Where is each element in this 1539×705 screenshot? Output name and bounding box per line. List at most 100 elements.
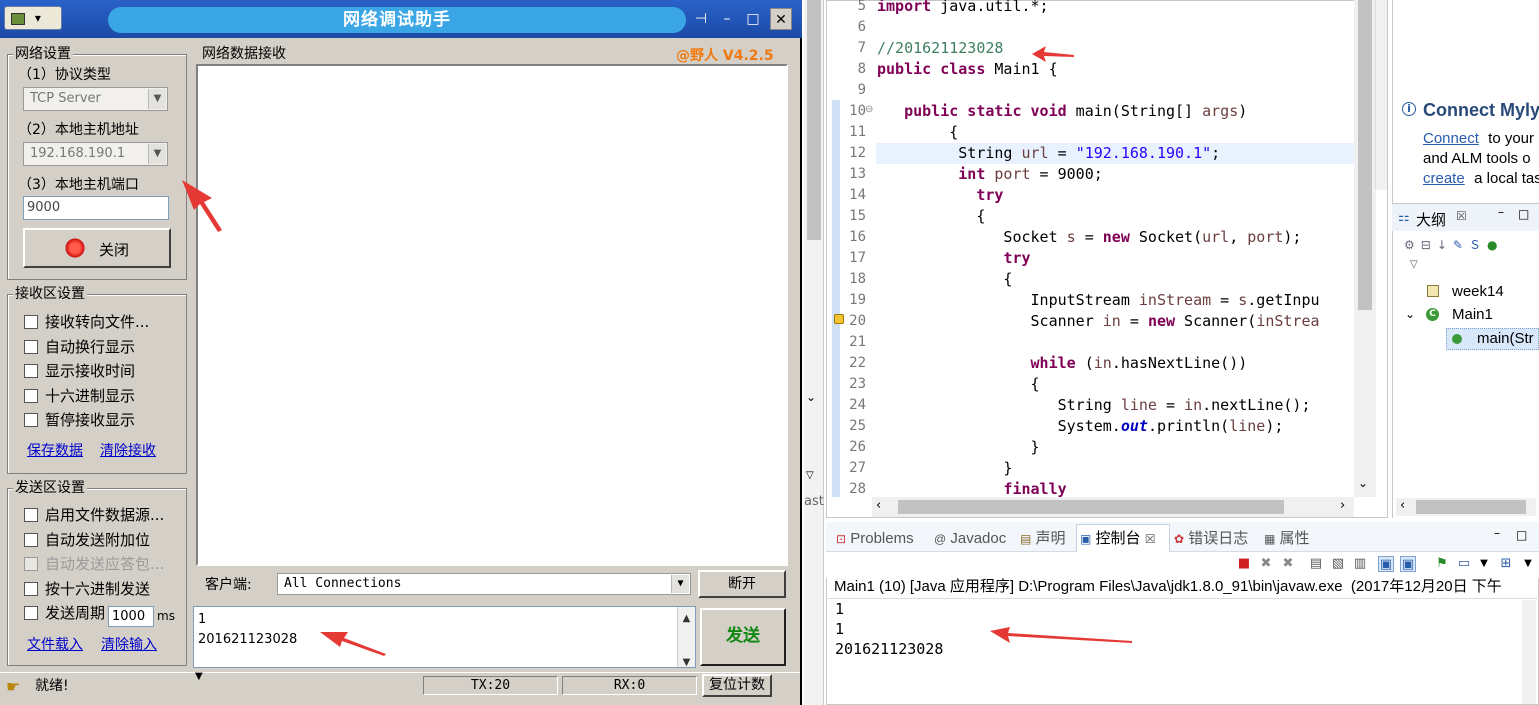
chevron-down-icon[interactable]: ⌄	[1405, 307, 1415, 321]
code-line[interactable]: Scanner in = new Scanner(inStrea	[877, 311, 1353, 332]
terminate-icon[interactable]: ■	[1236, 556, 1252, 572]
outline-item-class[interactable]: Main1	[1452, 306, 1493, 323]
remove-all-icon[interactable]: ✖	[1280, 556, 1296, 572]
checkbox[interactable]	[24, 581, 38, 596]
mylyn-connect-link[interactable]: Connect	[1423, 130, 1479, 147]
disconnect-button[interactable]: 断开	[698, 570, 786, 598]
maximize-button[interactable]: □	[742, 8, 764, 30]
send-period-input[interactable]: 1000	[108, 606, 154, 627]
minimize-button[interactable]: –	[716, 8, 738, 30]
chevron-down-icon[interactable]: ▼	[671, 575, 689, 593]
send-button[interactable]: 发送	[700, 608, 786, 666]
close-button[interactable]: ✕	[770, 8, 792, 30]
close-icon[interactable]: ☒	[1145, 532, 1156, 546]
code-line[interactable]: Socket s = new Socket(url, port);	[877, 227, 1353, 248]
tab-properties[interactable]: ▦ 属性	[1264, 529, 1310, 549]
outline-hthumb[interactable]	[1416, 500, 1526, 514]
code-line[interactable]: System.out.println(line);	[877, 416, 1353, 437]
collapse-icon[interactable]: ⊟	[1421, 238, 1437, 252]
checkbox[interactable]	[24, 532, 38, 547]
checkbox[interactable]	[24, 508, 38, 522]
code-line[interactable]: //201621123028	[877, 38, 1353, 59]
show-stderr-icon[interactable]: ▣	[1400, 556, 1416, 572]
load-file-link[interactable]: 文件载入	[27, 636, 83, 654]
reset-counter-button[interactable]: 复位计数	[702, 674, 772, 697]
minimize-button[interactable]: –	[1498, 205, 1504, 219]
code-line[interactable]: {	[877, 269, 1353, 290]
host-select[interactable]: 192.168.190.1 ▼	[23, 142, 168, 166]
code-line[interactable]: {	[877, 122, 1353, 143]
send-scrollbar[interactable]: ▲ ▼	[677, 607, 695, 668]
code-line[interactable]: import java.util.*;	[877, 0, 1353, 17]
scroll-right-icon[interactable]: ›	[1340, 498, 1345, 513]
port-input[interactable]: 9000	[23, 196, 169, 220]
scroll-left-icon[interactable]: ‹	[876, 498, 881, 513]
chevron-down-icon[interactable]: ▼	[148, 144, 166, 164]
save-data-link[interactable]: 保存数据	[27, 442, 83, 460]
code-line[interactable]: {	[877, 374, 1353, 395]
pin-console-icon[interactable]: ⚑	[1434, 556, 1450, 572]
editor-vertical-thumb[interactable]	[1358, 0, 1372, 310]
checkbox[interactable]	[24, 339, 38, 354]
tab-error-log[interactable]: ✿ 错误日志	[1174, 529, 1248, 549]
code-line[interactable]: public static void main(String[] args)	[877, 101, 1353, 122]
filter-icon[interactable]: ⚙	[1404, 238, 1421, 252]
checkbox[interactable]	[24, 606, 38, 620]
chevron-down-icon[interactable]: ▽	[806, 470, 814, 481]
hide-static-icon[interactable]: Ｓ	[1469, 238, 1487, 252]
maximize-button[interactable]: □	[1516, 528, 1527, 542]
code-line[interactable]: int port = 9000;	[877, 164, 1353, 185]
code-line[interactable]: while (in.hasNextLine())	[877, 353, 1353, 374]
tab-javadoc[interactable]: @ Javadoc	[934, 529, 1006, 549]
maximize-button[interactable]: □	[1518, 207, 1529, 221]
close-connection-button[interactable]: 关闭	[23, 228, 171, 268]
outline-item-method[interactable]: main(Str	[1477, 330, 1534, 347]
chevron-down-icon[interactable]: ▼	[1520, 556, 1536, 572]
scroll-down-icon[interactable]: ⌄	[1358, 476, 1368, 490]
open-console-icon[interactable]: ⊞	[1498, 556, 1514, 572]
checkbox[interactable]	[24, 388, 38, 403]
chevron-down-icon[interactable]: ⌄	[806, 390, 816, 404]
code-line[interactable]: InputStream inStream = s.getInpu	[877, 290, 1353, 311]
tab-declaration[interactable]: ▤ 声明	[1020, 529, 1066, 549]
checkbox[interactable]	[24, 315, 38, 329]
receive-area[interactable]	[196, 64, 788, 566]
hide-fields-icon[interactable]: ✎	[1453, 238, 1469, 252]
minimize-button[interactable]: –	[1494, 526, 1500, 540]
protocol-select[interactable]: TCP Server ▼	[23, 87, 168, 111]
tab-outline[interactable]: 大纲	[1416, 209, 1446, 230]
tab-problems[interactable]: ⊡ Problems	[836, 529, 914, 549]
scroll-down-icon[interactable]: ▼	[678, 653, 695, 673]
scroll-left-icon[interactable]: ‹	[1400, 498, 1405, 513]
remove-launch-icon[interactable]: ✖	[1258, 556, 1274, 572]
chevron-down-icon[interactable]: ▽	[1410, 259, 1418, 270]
display-console-icon[interactable]: ▭	[1456, 556, 1472, 572]
checkbox[interactable]	[24, 364, 38, 378]
clear-receive-link[interactable]: 清除接收	[100, 442, 156, 460]
code-line[interactable]: String line = in.nextLine();	[877, 395, 1353, 416]
chevron-down-icon[interactable]: ▼	[1476, 556, 1492, 572]
send-input[interactable]: 1 201621123028 ▲ ▼	[193, 606, 696, 668]
code-line[interactable]: try	[877, 185, 1353, 206]
code-line[interactable]: }	[877, 458, 1353, 479]
show-stdout-icon[interactable]: ▣	[1378, 556, 1394, 572]
close-icon[interactable]: ☒	[1456, 209, 1467, 223]
right-scrollbar[interactable]	[1375, 0, 1387, 190]
outline-item-package[interactable]: week14	[1452, 283, 1504, 300]
fold-icon[interactable]: ⊖	[865, 104, 873, 115]
scroll-lock-icon[interactable]: ▧	[1330, 556, 1346, 572]
code-line[interactable]: public class Main1 {	[877, 59, 1353, 80]
outline-scrollbar[interactable]: ‹	[1396, 498, 1536, 516]
scroll-up-icon[interactable]: ▲	[678, 609, 695, 629]
mylyn-create-link[interactable]: create	[1423, 170, 1465, 187]
system-menu-button[interactable]: ▾	[4, 6, 62, 30]
pin-icon[interactable]: ⊣	[690, 8, 712, 30]
tab-console[interactable]: ▣ 控制台 ☒	[1080, 529, 1155, 549]
checkbox[interactable]	[24, 413, 38, 427]
client-select[interactable]: All Connections ▼	[277, 573, 691, 595]
word-wrap-icon[interactable]: ▥	[1352, 556, 1368, 572]
code-line[interactable]: }	[877, 437, 1353, 458]
chevron-down-icon[interactable]: ▼	[148, 89, 166, 109]
code-line[interactable]: {	[877, 206, 1353, 227]
code-line[interactable]: String url = "192.168.190.1";	[877, 143, 1353, 164]
